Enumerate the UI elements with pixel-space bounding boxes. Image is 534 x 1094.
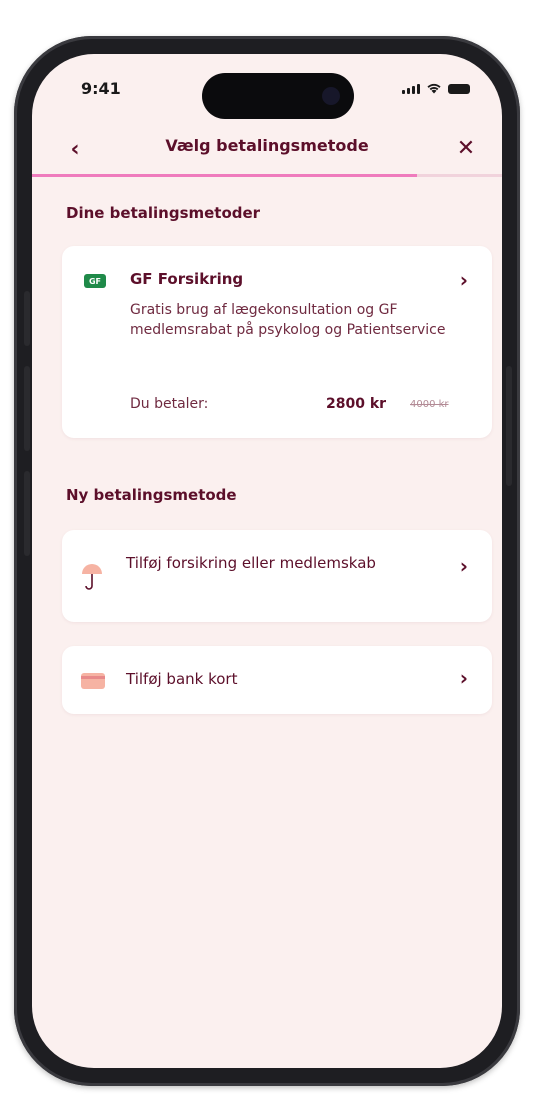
add-bank-card-button[interactable]: Tilføj bank kort › <box>62 646 492 714</box>
add-bank-card-label: Tilføj bank kort <box>126 670 238 688</box>
volume-down-button <box>24 471 30 556</box>
add-insurance-button[interactable]: Tilføj forsikring eller medlemskab › <box>62 530 492 622</box>
payment-method-card-gf[interactable]: GF GF Forsikring › Gratis brug af lægeko… <box>62 246 492 438</box>
progress-fill <box>32 174 418 177</box>
gf-logo-icon: GF <box>84 274 106 288</box>
payment-method-description: Gratis brug af lægekonsultation og GF me… <box>130 302 446 338</box>
new-methods-heading: Ny betalingsmetode <box>66 486 237 504</box>
pay-label: Du betaler: <box>130 396 209 412</box>
chevron-right-icon: › <box>459 666 468 690</box>
app-screen: 9:41 ‹ Vælg betalingsmetode ✕ Dine betal… <box>32 54 502 1068</box>
add-insurance-label: Tilføj forsikring eller medlemskab <box>126 554 376 572</box>
close-button[interactable]: ✕ <box>452 134 480 162</box>
old-price: 4000 kr <box>410 399 449 410</box>
payment-method-name: GF Forsikring <box>130 270 244 288</box>
price: 2800 kr <box>326 396 387 412</box>
page-title: Vælg betalingsmetode <box>165 136 369 155</box>
mute-switch <box>24 291 30 346</box>
dynamic-island <box>202 73 354 119</box>
status-icons <box>402 82 470 94</box>
volume-up-button <box>24 366 30 451</box>
chevron-right-icon: › <box>459 268 468 292</box>
umbrella-icon <box>82 564 102 590</box>
power-button <box>506 366 512 486</box>
wifi-icon <box>427 83 441 94</box>
signal-icon <box>402 84 420 94</box>
progress-bar <box>32 174 502 177</box>
saved-methods-heading: Dine betalingsmetoder <box>66 204 261 222</box>
chevron-right-icon: › <box>459 554 468 578</box>
camera-icon <box>322 87 340 105</box>
credit-card-icon <box>81 673 105 689</box>
navigation-bar: ‹ Vælg betalingsmetode ✕ <box>32 124 502 176</box>
battery-icon <box>448 84 470 94</box>
status-time: 9:41 <box>81 79 121 98</box>
close-icon: ✕ <box>456 135 476 161</box>
